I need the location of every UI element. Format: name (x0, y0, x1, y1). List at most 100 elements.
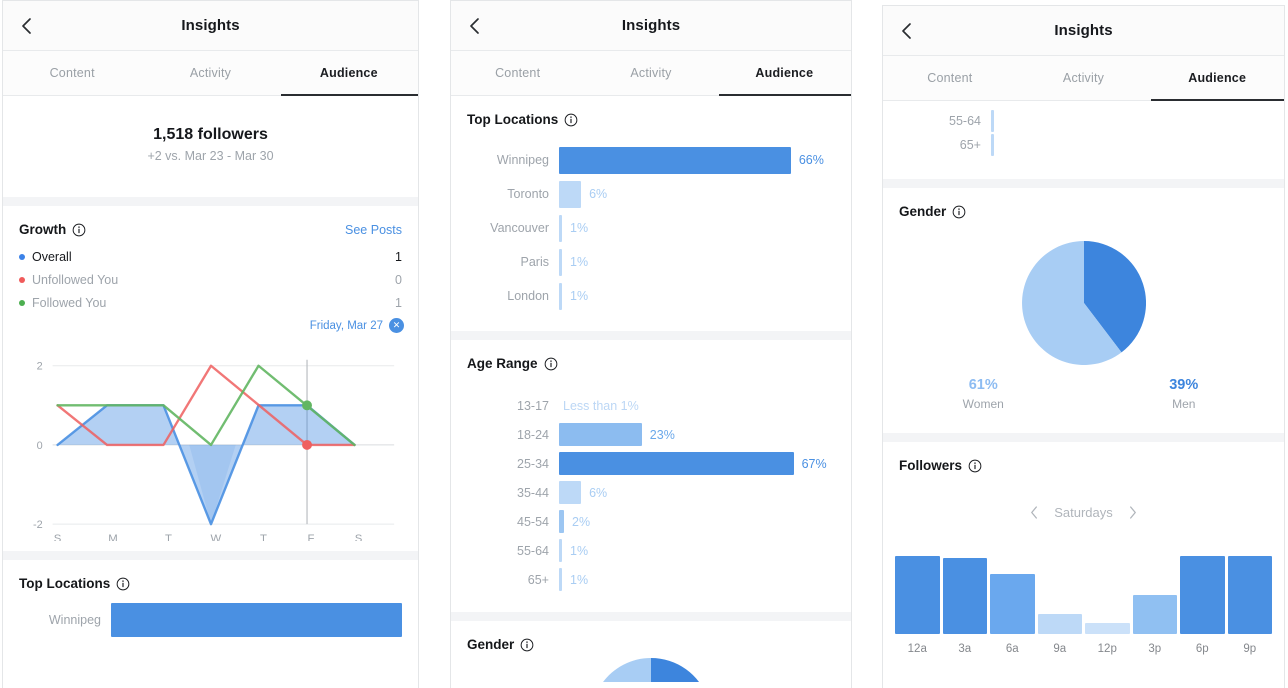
svg-text:M: M (108, 533, 117, 541)
tab-bar: Content Activity Audience (883, 56, 1284, 101)
followers-summary: 1,518 followers +2 vs. Mar 23 - Mar 30 (3, 96, 418, 206)
bar-label: 45-54 (517, 514, 549, 529)
bar-value: 1% (570, 572, 589, 587)
hour-bar-col (1180, 556, 1225, 634)
bar-label: 25-34 (517, 456, 549, 471)
bar-track: Less than 1% (559, 391, 835, 420)
chevron-left-icon[interactable] (1029, 505, 1040, 520)
legend-value: 1 (395, 295, 402, 310)
legend-dot-unfollowed (19, 276, 25, 283)
age-range-bars-scrolled: 55-64 65+ (883, 101, 1284, 179)
info-icon[interactable] (116, 577, 130, 591)
tab-activity[interactable]: Activity (584, 51, 717, 95)
info-icon[interactable] (72, 223, 86, 237)
hour-bar-col (942, 556, 987, 634)
top-locations-bars-partial: Winnipeg (3, 597, 418, 657)
bar-label: 55-64 (517, 543, 549, 558)
gender-section: Gender 61% Women 39% Men (883, 188, 1284, 442)
hour-label: 9a (1053, 643, 1067, 655)
bar-label: 65+ (527, 572, 549, 587)
chevron-left-icon[interactable] (17, 16, 37, 36)
table-row: 13-17 Less than 1% (467, 391, 835, 420)
section-title: Growth (19, 222, 67, 237)
hour-label: 9p (1243, 643, 1257, 655)
bar-track: 23% (559, 420, 835, 449)
tab-content[interactable]: Content (3, 51, 141, 95)
insights-screenshot: Insights Content Activity Audience 1,518… (0, 0, 1288, 688)
bar-track: 1% (559, 245, 835, 279)
gender-women: 61% Women (883, 377, 1084, 411)
gender-pie-partial (451, 658, 851, 682)
hour-bar (942, 558, 987, 634)
chevron-left-icon[interactable] (465, 16, 485, 36)
age-range-section: Age Range 13-17 Less than 1% 18-24 23% 2… (451, 340, 851, 621)
table-row: Toronto 6% (467, 177, 835, 211)
hour-bars (895, 556, 1272, 634)
bar-label: 35-44 (517, 485, 549, 500)
bar-track (111, 603, 402, 637)
chevron-right-icon[interactable] (1127, 505, 1138, 520)
growth-tooltip: Friday, Mar 27 ✕ (3, 314, 418, 335)
top-locations-header: Top Locations (451, 96, 851, 133)
info-icon[interactable] (968, 459, 982, 473)
hour-bar-col (1085, 556, 1130, 634)
top-locations-section-partial: Top Locations Winnipeg (3, 560, 418, 657)
svg-text:-2: -2 (33, 519, 43, 531)
tab-activity[interactable]: Activity (141, 51, 279, 95)
tab-bar: Content Activity Audience (451, 51, 851, 96)
day-selector: Saturdays (883, 479, 1284, 526)
page-title: Insights (181, 17, 240, 34)
info-icon[interactable] (544, 357, 558, 371)
info-icon[interactable] (564, 113, 578, 127)
table-row: Vancouver 1% (467, 211, 835, 245)
insights-panel-2: Insights Content Activity Audience Top L… (450, 0, 852, 688)
tab-audience[interactable]: Audience (1150, 56, 1284, 100)
hour-label: 3a (958, 643, 972, 655)
table-row: 55-64 (899, 109, 1268, 133)
gender-pie-wrap (883, 225, 1284, 371)
bar-label: 55-64 (949, 114, 981, 128)
bar-value: 1% (570, 255, 589, 269)
section-title: Followers (899, 458, 963, 473)
hour-bar (1085, 623, 1130, 634)
table-row: 25-34 67% (467, 449, 835, 478)
info-icon[interactable] (520, 638, 534, 652)
see-posts-link[interactable]: See Posts (345, 223, 402, 237)
close-icon[interactable]: ✕ (389, 318, 404, 333)
gender-header: Gender (451, 621, 851, 658)
tab-audience[interactable]: Audience (280, 51, 418, 95)
info-icon[interactable] (952, 205, 966, 219)
svg-text:F: F (308, 533, 315, 541)
gender-legend: 61% Women 39% Men (883, 371, 1284, 433)
bar-fill (559, 423, 642, 446)
tab-content[interactable]: Content (451, 51, 584, 95)
chevron-left-icon[interactable] (897, 21, 917, 41)
hour-bar-col (895, 556, 940, 634)
nav-bar: Insights (451, 1, 851, 51)
section-title: Top Locations (467, 112, 559, 127)
bar-track (991, 109, 1268, 133)
legend-item-overall: Overall 1 (19, 245, 402, 268)
page-title: Insights (621, 17, 681, 34)
day-label: Saturdays (1054, 505, 1113, 520)
hour-bar-col (1227, 556, 1272, 634)
bar-value: 6% (589, 485, 608, 500)
legend-item-followed: Followed You 1 (19, 291, 402, 314)
bar-label: Winnipeg (48, 613, 101, 627)
gender-percent: 61% (968, 377, 998, 393)
gender-label: Women (962, 397, 1004, 411)
hour-bar (1037, 613, 1082, 634)
tab-activity[interactable]: Activity (1017, 56, 1151, 100)
tab-audience[interactable]: Audience (718, 51, 851, 95)
insights-panel-3: Insights Content Activity Audience 55-64… (882, 5, 1285, 688)
table-row: Winnipeg 66% (467, 143, 835, 177)
followers-activity-section: Followers Saturdays 12a 3a 6a 9a 12p 3p … (883, 442, 1284, 655)
top-locations-section: Top Locations Winnipeg 66% Toronto 6% Va… (451, 96, 851, 340)
active-tab-underline (281, 94, 418, 96)
bar-track: 2% (559, 507, 835, 536)
age-range-section-scrolled: 55-64 65+ (883, 101, 1284, 188)
section-title: Gender (899, 204, 947, 219)
table-row: Paris 1% (467, 245, 835, 279)
bar-label: 18-24 (517, 427, 549, 442)
tab-content[interactable]: Content (883, 56, 1017, 100)
